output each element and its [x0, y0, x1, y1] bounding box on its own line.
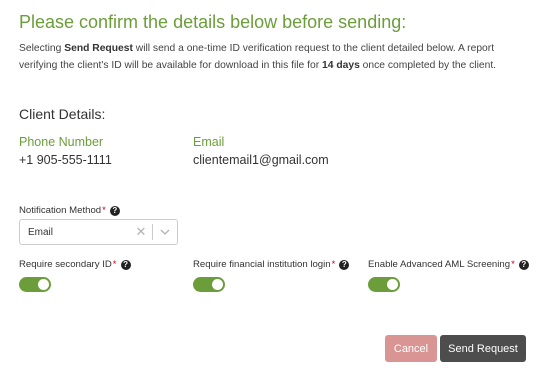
- chevron-down-icon[interactable]: [153, 229, 177, 235]
- required-asterisk: *: [331, 259, 336, 270]
- phone-number-label: Phone Number: [19, 135, 104, 149]
- notification-method-label: Notification Method *?: [19, 205, 120, 216]
- client-details-title: Client Details:: [19, 106, 106, 122]
- cancel-button[interactable]: Cancel: [385, 335, 437, 362]
- aml-screening-toggle[interactable]: [368, 277, 400, 292]
- financial-login-toggle[interactable]: [193, 277, 225, 292]
- required-asterisk: *: [511, 259, 515, 270]
- aml-screening-label: Enable Advanced AML Screening *?: [368, 259, 529, 270]
- financial-login-label: Require financial institution login *?: [193, 259, 350, 270]
- send-request-emphasis: Send Request: [64, 43, 133, 54]
- help-icon[interactable]: ?: [518, 259, 529, 270]
- close-icon[interactable]: ✕: [130, 224, 152, 240]
- notification-method-select[interactable]: Email ✕: [19, 219, 178, 245]
- email-value: clientemail1@gmail.com: [193, 153, 329, 167]
- days-emphasis: 14 days: [322, 60, 360, 71]
- required-asterisk: *: [112, 259, 117, 270]
- secondary-id-toggle[interactable]: [19, 277, 51, 292]
- required-asterisk: *: [102, 205, 106, 216]
- help-icon[interactable]: ?: [109, 205, 120, 216]
- toggle-knob: [387, 279, 398, 290]
- toggle-knob: [38, 279, 49, 290]
- email-label: Email: [193, 135, 225, 149]
- help-icon[interactable]: ?: [339, 259, 350, 270]
- secondary-id-label: Require secondary ID *?: [19, 259, 131, 270]
- phone-number-value: +1 905-555-1111: [19, 153, 112, 167]
- notification-method-value: Email: [28, 226, 54, 238]
- toggle-knob: [212, 279, 223, 290]
- intro-text: Selecting Send Request will send a one-t…: [19, 43, 497, 71]
- dialog-heading: Please confirm the details below before …: [19, 12, 407, 32]
- send-request-button[interactable]: Send Request: [440, 335, 526, 362]
- help-icon[interactable]: ?: [120, 259, 131, 270]
